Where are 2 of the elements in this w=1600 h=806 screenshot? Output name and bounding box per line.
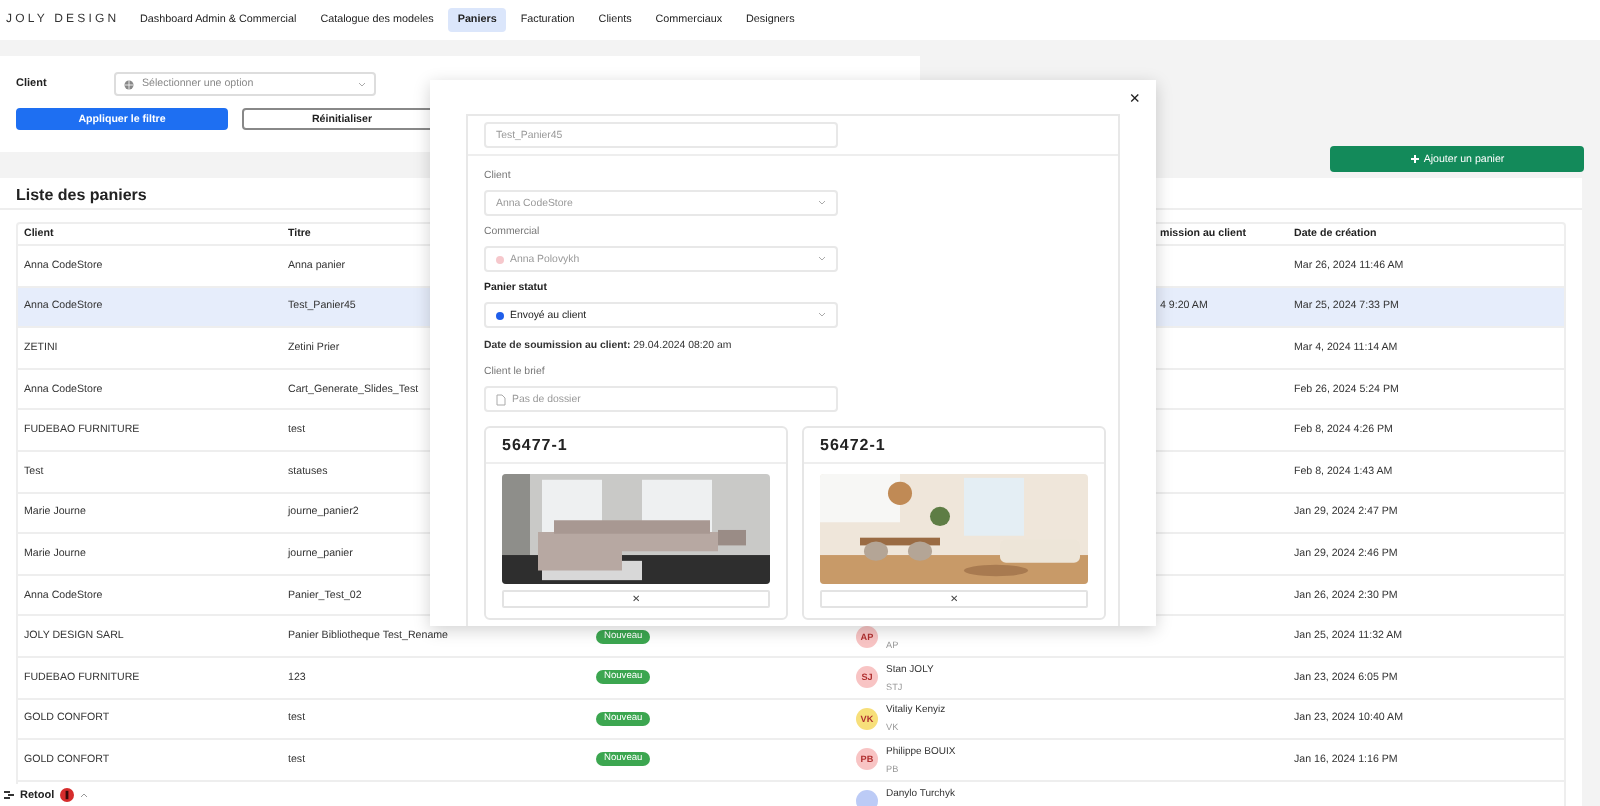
product-code: 56477-1 — [486, 428, 786, 464]
product-code: 56472-1 — [804, 428, 1104, 464]
